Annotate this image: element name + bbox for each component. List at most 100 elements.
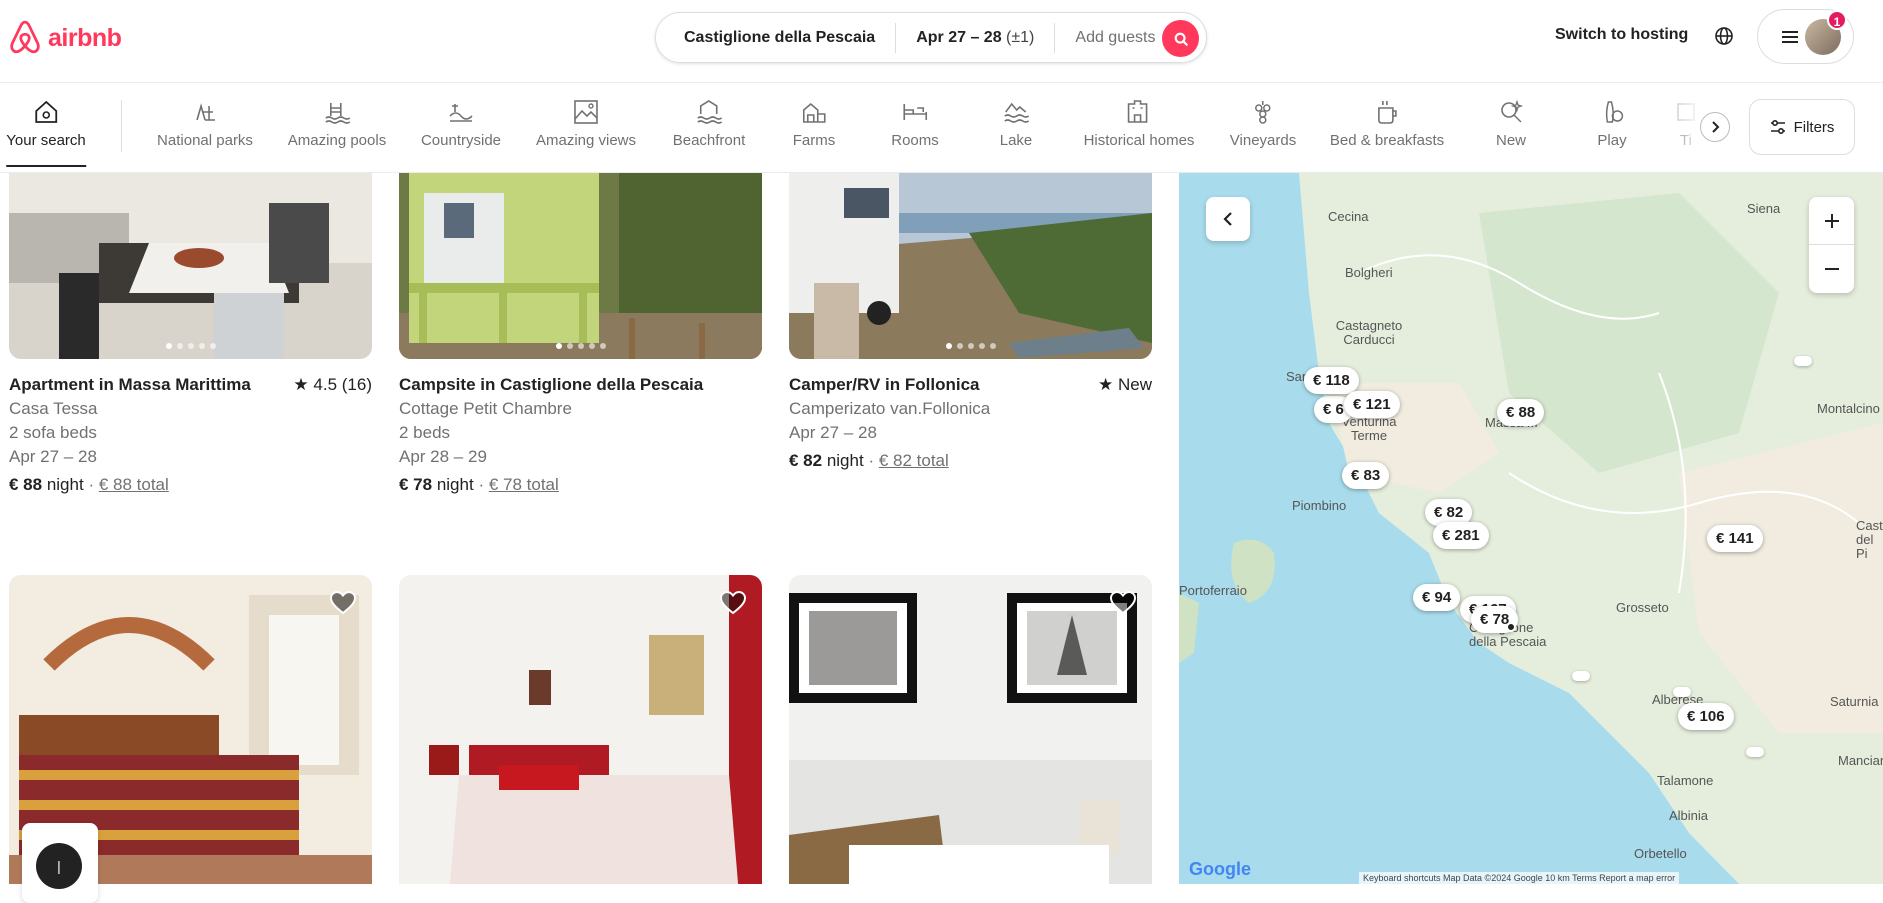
airbnb-logo[interactable]: airbnb — [8, 20, 122, 56]
listing-photo[interactable] — [399, 173, 762, 359]
listing-title: Campsite in Castiglione della Pescaia — [399, 375, 704, 394]
listing-card[interactable]: Apartment in Massa Marittima ★ 4.5 (16) … — [9, 173, 372, 495]
map-price-pin[interactable]: € 94 — [1413, 584, 1461, 611]
map-mini-pin[interactable] — [1746, 747, 1764, 757]
map-price-pin[interactable]: € 88 — [1497, 399, 1545, 426]
listing-card[interactable]: Campsite in Castiglione della Pescaia Co… — [399, 173, 762, 495]
category-label: Lake — [999, 132, 1033, 149]
category-label: Amazing pools — [287, 132, 387, 149]
category-farms[interactable]: Farms — [793, 98, 835, 149]
category-label: Historical homes — [1083, 132, 1195, 149]
search-dates[interactable]: Apr 27 – 28 (±1) — [895, 22, 1056, 53]
zoom-in-button[interactable] — [1809, 197, 1854, 245]
listing-total-link[interactable]: € 88 total — [99, 475, 169, 494]
map-price-pin[interactable]: € 141 — [1707, 525, 1763, 552]
filters-button[interactable]: Filters — [1749, 99, 1855, 155]
search-bar[interactable]: Castiglione della Pescaia Apr 27 – 28 (±… — [655, 12, 1207, 63]
filters-label: Filters — [1793, 118, 1835, 136]
photo-pager — [945, 343, 996, 349]
map-place-label: Grosseto — [1616, 600, 1669, 615]
category-new[interactable]: New — [1496, 98, 1526, 149]
play-icon — [1605, 101, 1623, 123]
photo-dining-room — [9, 173, 372, 359]
category-label: Amazing views — [535, 132, 637, 149]
category-your-search[interactable]: Your search — [6, 98, 86, 167]
search-button[interactable] — [1162, 20, 1199, 57]
map-collapse-button[interactable] — [1206, 197, 1250, 241]
views-icon — [574, 100, 598, 124]
map-zoom-controls — [1809, 197, 1854, 293]
heart-icon[interactable] — [330, 591, 356, 615]
google-logo: Google — [1189, 859, 1251, 880]
lake-icon — [1004, 102, 1030, 123]
map-place-label: Castel del Pi — [1856, 519, 1883, 561]
map-mini-pin[interactable] — [1572, 671, 1590, 681]
photo-pager — [165, 343, 216, 349]
category-amazing-pools[interactable]: Amazing pools — [288, 98, 386, 149]
listing-photo[interactable] — [9, 173, 372, 359]
search-location[interactable]: Castiglione della Pescaia — [656, 23, 895, 53]
zoom-out-button[interactable] — [1809, 245, 1854, 293]
listing-beds: 2 sofa beds — [9, 423, 97, 442]
category-historical-homes[interactable]: Historical homes — [1083, 98, 1195, 149]
pool-icon — [325, 103, 351, 124]
listing-price: € 88 night · € 88 total — [9, 475, 169, 494]
map-price-pin[interactable]: € 121 — [1344, 391, 1400, 418]
category-label: Play — [1597, 132, 1627, 149]
category-beachfront[interactable]: Beachfront — [673, 98, 745, 149]
listing-subtitle: Casa Tessa — [9, 399, 98, 418]
map-price-pin[interactable]: € 83 — [1342, 462, 1390, 489]
category-vineyards[interactable]: Vineyards — [1230, 98, 1296, 149]
star-icon: ★ — [293, 375, 309, 394]
listing-price-unit: night — [436, 475, 474, 494]
map-panel[interactable]: Cecina Bolgheri Castagneto Carducci San … — [1179, 173, 1883, 884]
home-search-icon — [35, 100, 57, 123]
map-place-label: Portoferraio — [1179, 583, 1247, 598]
category-bed-breakfasts[interactable]: Bed & breakfasts — [1330, 98, 1444, 149]
listing-photo[interactable] — [789, 173, 1152, 359]
listing-price-value: € 78 — [399, 475, 433, 494]
map-attribution[interactable]: Keyboard shortcuts Map Data ©2024 Google… — [1359, 872, 1680, 884]
category-countryside[interactable]: Countryside — [421, 98, 501, 149]
listing-total-link[interactable]: € 78 total — [489, 475, 559, 494]
listing-title-row: Campsite in Castiglione della Pescaia — [399, 375, 762, 395]
search-guests[interactable]: Add guests — [1055, 23, 1175, 53]
category-rooms[interactable]: Rooms — [891, 98, 939, 149]
category-label: Bed & breakfasts — [1329, 132, 1445, 149]
category-national-parks[interactable]: National parks — [157, 98, 253, 149]
map-price-pin[interactable]: € 106 — [1678, 703, 1734, 730]
switch-to-hosting-link[interactable]: Switch to hosting — [1555, 26, 1688, 44]
category-lake[interactable]: Lake — [999, 98, 1033, 149]
map-mini-pin[interactable] — [1794, 356, 1812, 366]
heart-icon[interactable] — [720, 591, 746, 615]
listing-rating-value: 4.5 (16) — [313, 375, 372, 394]
listing-rating: ★ New — [1098, 375, 1152, 395]
category-amazing-views[interactable]: Amazing views — [536, 98, 636, 149]
photo-bedroom-red — [399, 575, 762, 884]
category-next-button[interactable] — [1700, 112, 1730, 142]
top-bar: airbnb Castiglione della Pescaia Apr 27 … — [0, 0, 1883, 83]
plus-icon — [1824, 213, 1839, 228]
listing-card[interactable] — [789, 575, 1152, 884]
listing-subtitle: Cottage Petit Chambre — [399, 399, 572, 418]
listing-beds: 2 beds — [399, 423, 451, 442]
user-menu-button[interactable]: 1 — [1757, 9, 1854, 64]
map-mini-pin[interactable] — [1673, 687, 1691, 697]
listing-card[interactable] — [399, 575, 762, 884]
globe-icon[interactable] — [1713, 25, 1735, 47]
heart-icon[interactable] — [1110, 591, 1136, 615]
rooms-icon — [903, 104, 927, 120]
category-play[interactable]: Play — [1597, 98, 1627, 149]
map-price-pin[interactable]: € 118 — [1304, 367, 1359, 394]
listing-photo[interactable] — [399, 575, 762, 884]
listing-card[interactable]: Camper/RV in Follonica ★ New Camperizato… — [789, 173, 1152, 471]
minus-icon — [1824, 268, 1839, 270]
listing-rating-value: New — [1117, 375, 1152, 394]
listing-total-link[interactable]: € 82 total — [879, 451, 949, 470]
category-divider — [121, 100, 122, 152]
new-icon — [1501, 99, 1524, 123]
map-price-pin[interactable]: € 281 — [1433, 522, 1489, 549]
listing-photo[interactable] — [789, 575, 1152, 884]
farm-icon — [803, 102, 826, 123]
chat-widget[interactable]: | — [22, 823, 98, 903]
